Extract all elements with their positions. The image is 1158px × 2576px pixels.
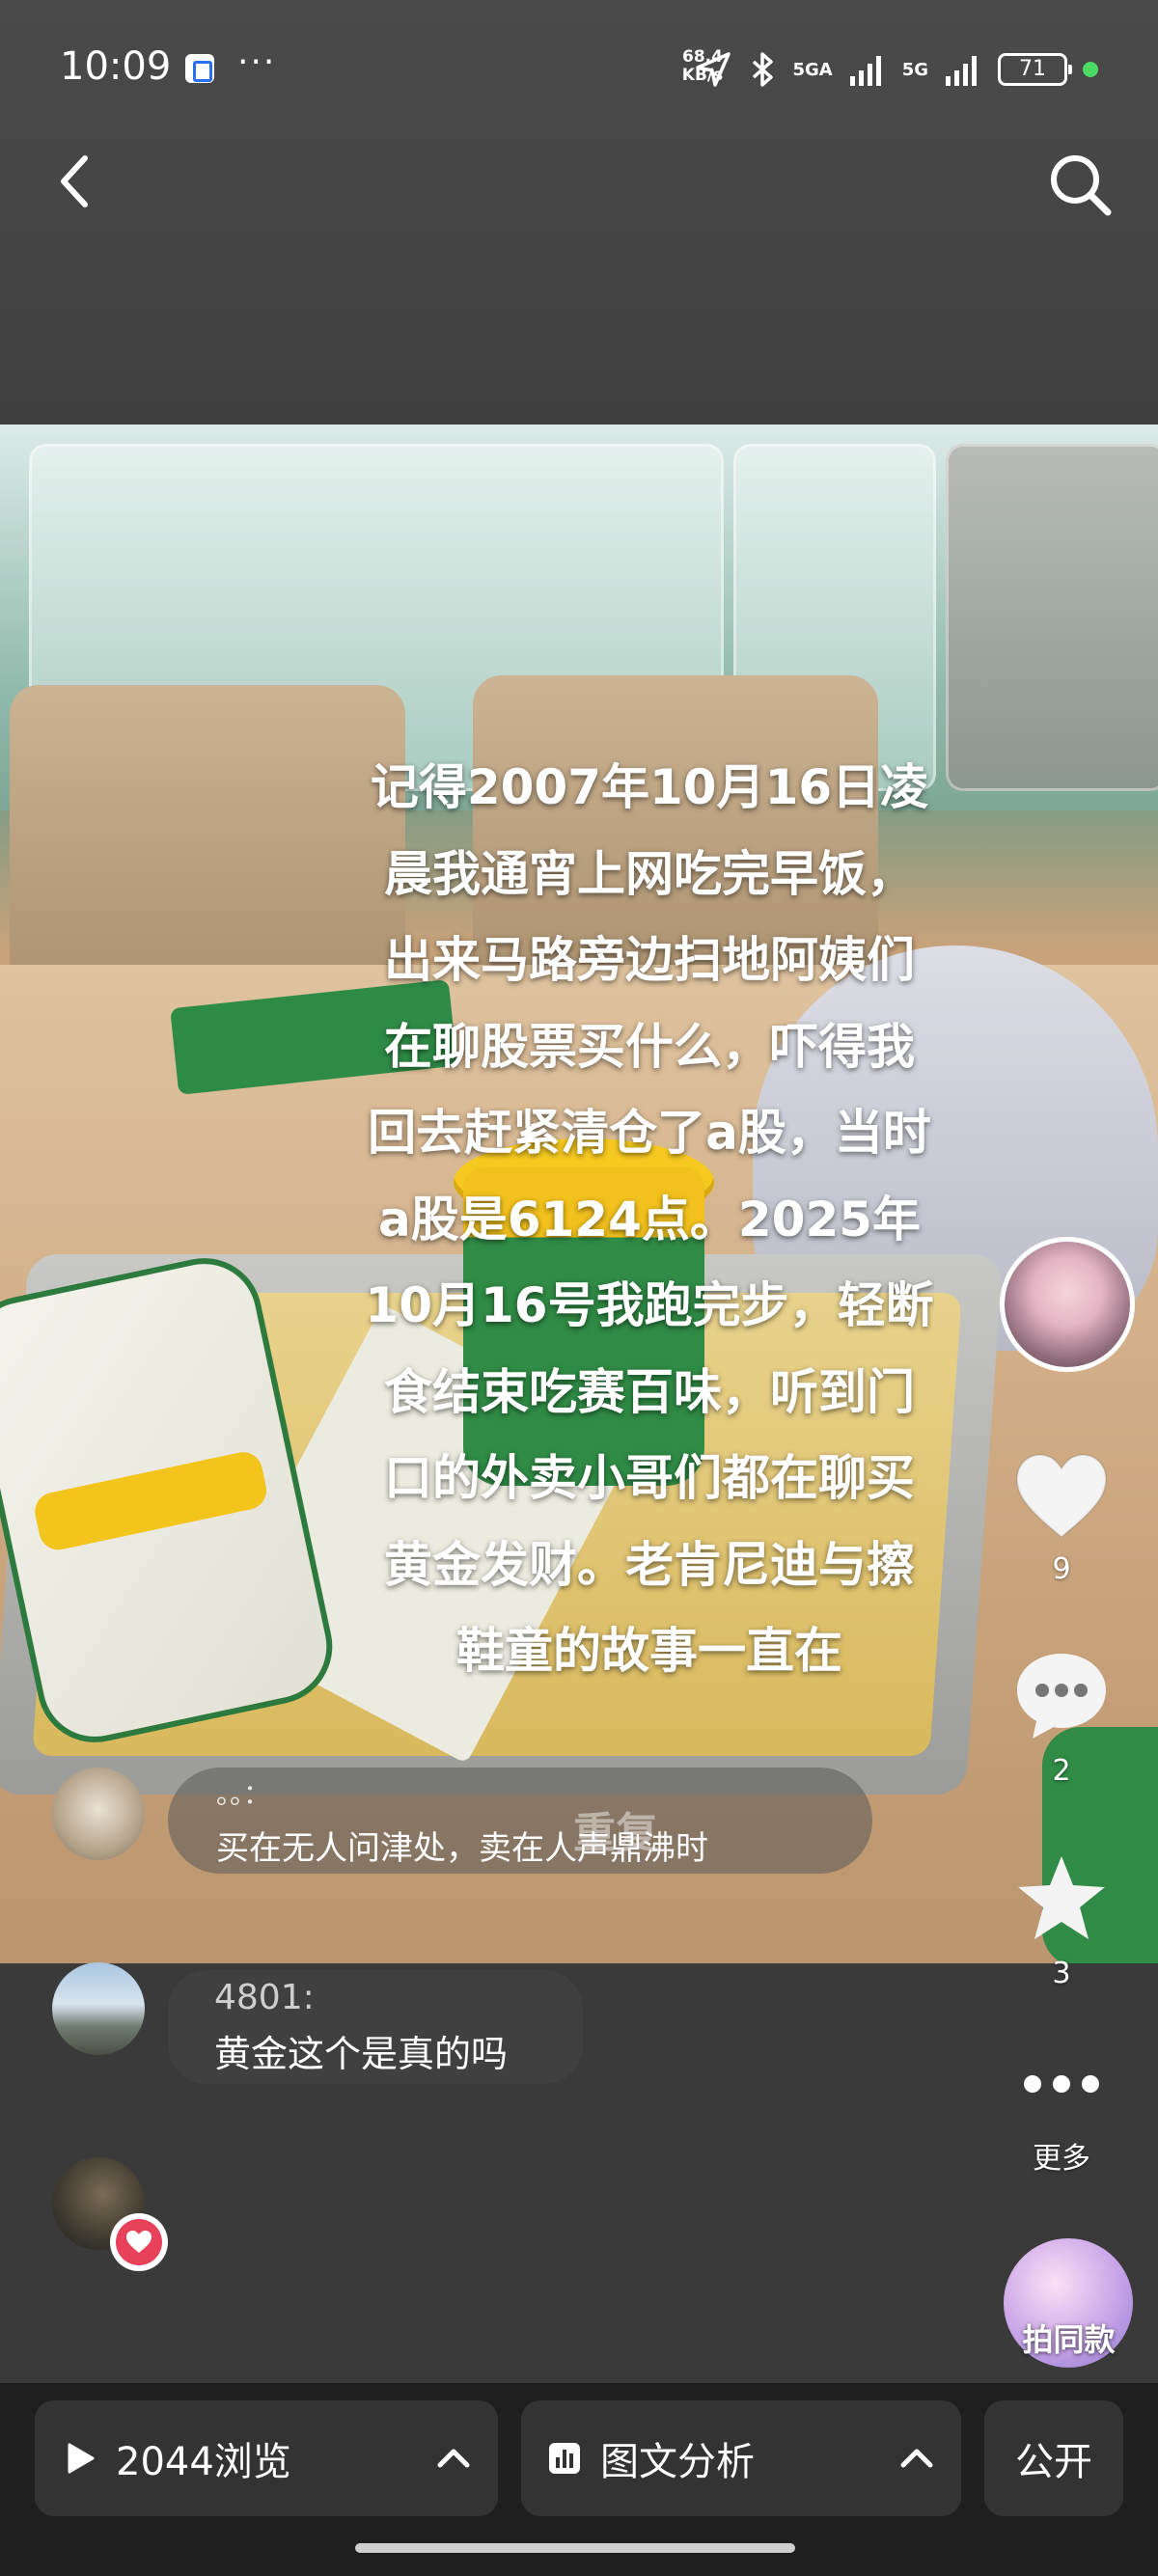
comment-icon bbox=[1017, 1654, 1106, 1739]
network-type-2: 5G bbox=[901, 59, 928, 80]
action-column: 9 2 3 更多 拍同款 bbox=[965, 1235, 1158, 2368]
network-type-1: 5GA bbox=[792, 59, 833, 80]
star-icon bbox=[1018, 1856, 1105, 1939]
views-label: 2044浏览 bbox=[116, 2440, 291, 2484]
visibility-label: 公开 bbox=[1015, 2440, 1092, 2484]
back-button[interactable] bbox=[46, 147, 104, 214]
photo-chair bbox=[10, 685, 405, 1003]
liked-badge bbox=[110, 2213, 168, 2271]
analysis-button[interactable]: 图文分析 bbox=[521, 2400, 961, 2516]
author-avatar[interactable] bbox=[1000, 1237, 1135, 1372]
location-icon bbox=[696, 52, 731, 87]
search-icon bbox=[1051, 155, 1112, 216]
status-icons: 5GA 5G 71 bbox=[611, 50, 1098, 89]
signal-icon bbox=[849, 56, 881, 86]
chevron-left-icon bbox=[61, 155, 88, 207]
app-notification-icon bbox=[185, 54, 214, 83]
views-button[interactable]: 2044浏览 bbox=[35, 2400, 498, 2516]
post-caption: 记得2007年10月16日凌晨我通宵上网吃完早饭，出来马路旁边扫地阿姨们在聊股票… bbox=[365, 759, 934, 1679]
signal-icon-2 bbox=[946, 56, 977, 86]
comment-avatar[interactable] bbox=[52, 1768, 145, 1860]
search-button[interactable] bbox=[1042, 147, 1119, 224]
chevron-up-icon bbox=[900, 2449, 933, 2468]
more-dots-icon bbox=[1024, 2075, 1099, 2093]
like-button[interactable]: 9 bbox=[965, 1452, 1158, 1586]
remix-button[interactable]: 拍同款 bbox=[965, 2316, 1158, 2360]
comment-avatar[interactable] bbox=[52, 1962, 145, 2055]
comment-author: 。。： bbox=[216, 1778, 271, 1810]
comment-bubble[interactable]: 。。： 重复 买在无人问津处，卖在人声鼎沸时 bbox=[168, 1768, 872, 1874]
comment-count: 2 bbox=[1052, 1754, 1071, 1788]
comment-text: 黄金这个是真的吗 bbox=[214, 2033, 509, 2075]
like-count: 9 bbox=[1052, 1552, 1071, 1586]
more-label: 更多 bbox=[1033, 2142, 1090, 2176]
analysis-label: 图文分析 bbox=[600, 2440, 755, 2484]
heart-icon bbox=[1015, 1453, 1108, 1539]
heart-icon bbox=[116, 2219, 162, 2265]
status-more-indicator: ··· bbox=[237, 42, 277, 82]
visibility-button[interactable]: 公开 bbox=[984, 2400, 1123, 2516]
comment-text: 买在无人问津处，卖在人声鼎沸时 bbox=[216, 1829, 708, 1868]
home-indicator[interactable] bbox=[355, 2543, 795, 2553]
status-time: 10:09 bbox=[60, 44, 172, 89]
battery-icon: 71 bbox=[998, 53, 1072, 86]
more-button[interactable]: 更多 bbox=[965, 2065, 1158, 2177]
favorite-count: 3 bbox=[1052, 1957, 1071, 1990]
comment-bubble[interactable]: 4801: 黄金这个是真的吗 bbox=[168, 1970, 583, 2084]
chevron-up-icon bbox=[437, 2449, 470, 2468]
chart-icon bbox=[549, 2443, 580, 2474]
privacy-dot-icon bbox=[1083, 62, 1098, 77]
play-icon bbox=[68, 2443, 95, 2474]
favorite-button[interactable]: 3 bbox=[965, 1852, 1158, 1990]
bluetooth-icon bbox=[753, 52, 774, 87]
status-bar: 10:09 ··· 68.4 KB/s 5GA 5G 71 bbox=[0, 0, 1158, 135]
comment-author: 4801: bbox=[214, 1978, 315, 2017]
comment-button[interactable]: 2 bbox=[965, 1650, 1158, 1788]
